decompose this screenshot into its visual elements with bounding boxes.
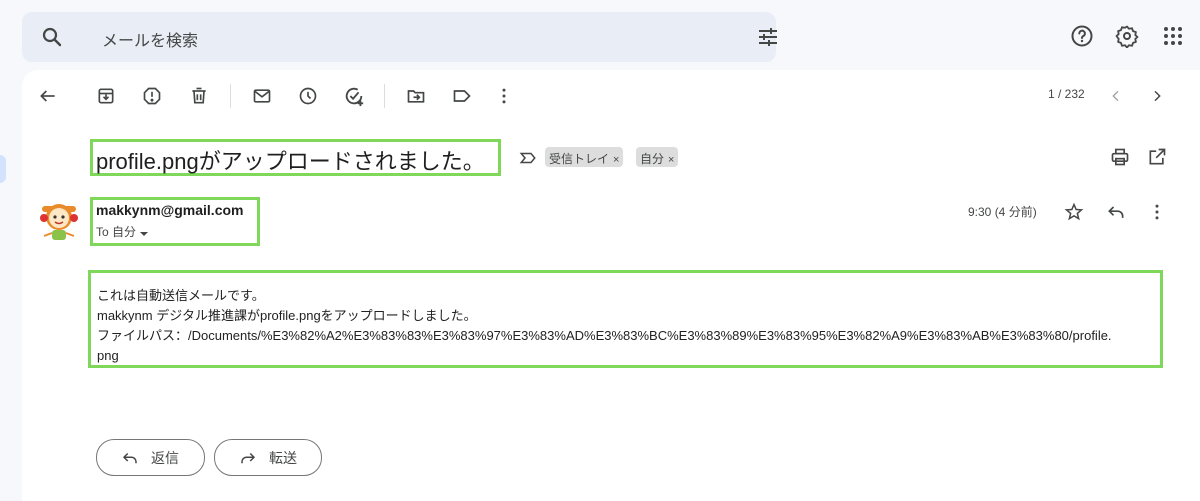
body-line: ファイルパス：/Documents/%E3%82%A2%E3%83%83%E3%… (97, 328, 1112, 343)
prev-icon[interactable] (1104, 84, 1128, 108)
add-task-icon[interactable] (342, 84, 366, 108)
important-icon[interactable] (516, 146, 540, 170)
recipient-text: To 自分 (96, 225, 137, 239)
archive-icon[interactable] (94, 84, 118, 108)
chevron-down-icon[interactable] (139, 228, 149, 238)
reply-button[interactable]: 返信 (96, 439, 205, 476)
apps-icon[interactable] (1153, 16, 1193, 56)
forward-icon (239, 449, 257, 467)
help-icon[interactable] (1062, 16, 1102, 56)
forward-button-label: 転送 (269, 449, 297, 466)
pager-text: 1 / 232 (1048, 87, 1085, 101)
label-inbox[interactable]: 受信トレイ × (545, 147, 624, 167)
mark-unread-icon[interactable] (250, 84, 274, 108)
reply-icon (121, 449, 139, 467)
recipient-details[interactable]: To 自分 (96, 223, 149, 240)
label-inbox-text: 受信トレイ (549, 152, 610, 166)
open-new-window-icon[interactable] (1145, 145, 1169, 169)
label-me-text: 自分 (640, 152, 665, 166)
settings-icon[interactable] (1107, 16, 1147, 56)
move-to-icon[interactable] (404, 84, 428, 108)
label-me[interactable]: 自分 × (636, 147, 679, 167)
body-line: makkynm デジタル推進課がprofile.pngをアップロードしました。 (97, 308, 477, 323)
reply-button-label: 返信 (151, 449, 179, 466)
body-line: これは自動送信メールです。 (97, 288, 265, 303)
next-icon[interactable] (1145, 84, 1169, 108)
search-input[interactable]: メールを検索 (102, 27, 198, 51)
top-bar: メールを検索 (0, 0, 1200, 68)
sender-avatar[interactable] (38, 198, 80, 244)
filter-icon[interactable] (756, 25, 780, 49)
sender-email[interactable]: makkynm@gmail.com (96, 202, 244, 218)
report-spam-icon[interactable] (140, 84, 164, 108)
message-panel: 1 / 232 profile.pngがアップロードされました。 受信トレイ × … (22, 70, 1200, 501)
delete-icon[interactable] (187, 84, 211, 108)
label-icon[interactable] (450, 84, 474, 108)
back-icon[interactable] (36, 84, 60, 108)
print-icon[interactable] (1108, 145, 1132, 169)
more-icon[interactable] (492, 84, 516, 108)
email-subject: profile.pngがアップロードされました。 (96, 149, 485, 174)
nav-edge-indicator (0, 155, 6, 183)
email-body: これは自動送信メールです。 makkynm デジタル推進課がprofile.pn… (97, 286, 1161, 366)
forward-button[interactable]: 転送 (214, 439, 322, 476)
snooze-icon[interactable] (296, 84, 320, 108)
remove-label-me[interactable]: × (668, 154, 674, 166)
search-icon[interactable] (40, 25, 64, 49)
body-line: png (97, 348, 119, 363)
toolbar-divider (230, 84, 231, 108)
search-bar[interactable]: メールを検索 (22, 12, 777, 62)
toolbar-divider (384, 84, 385, 108)
star-icon[interactable] (1062, 200, 1086, 224)
reply-icon[interactable] (1104, 200, 1128, 224)
remove-label-inbox[interactable]: × (613, 154, 619, 166)
message-time: 9:30 (4 分前) (968, 205, 1037, 219)
message-more-icon[interactable] (1145, 200, 1169, 224)
